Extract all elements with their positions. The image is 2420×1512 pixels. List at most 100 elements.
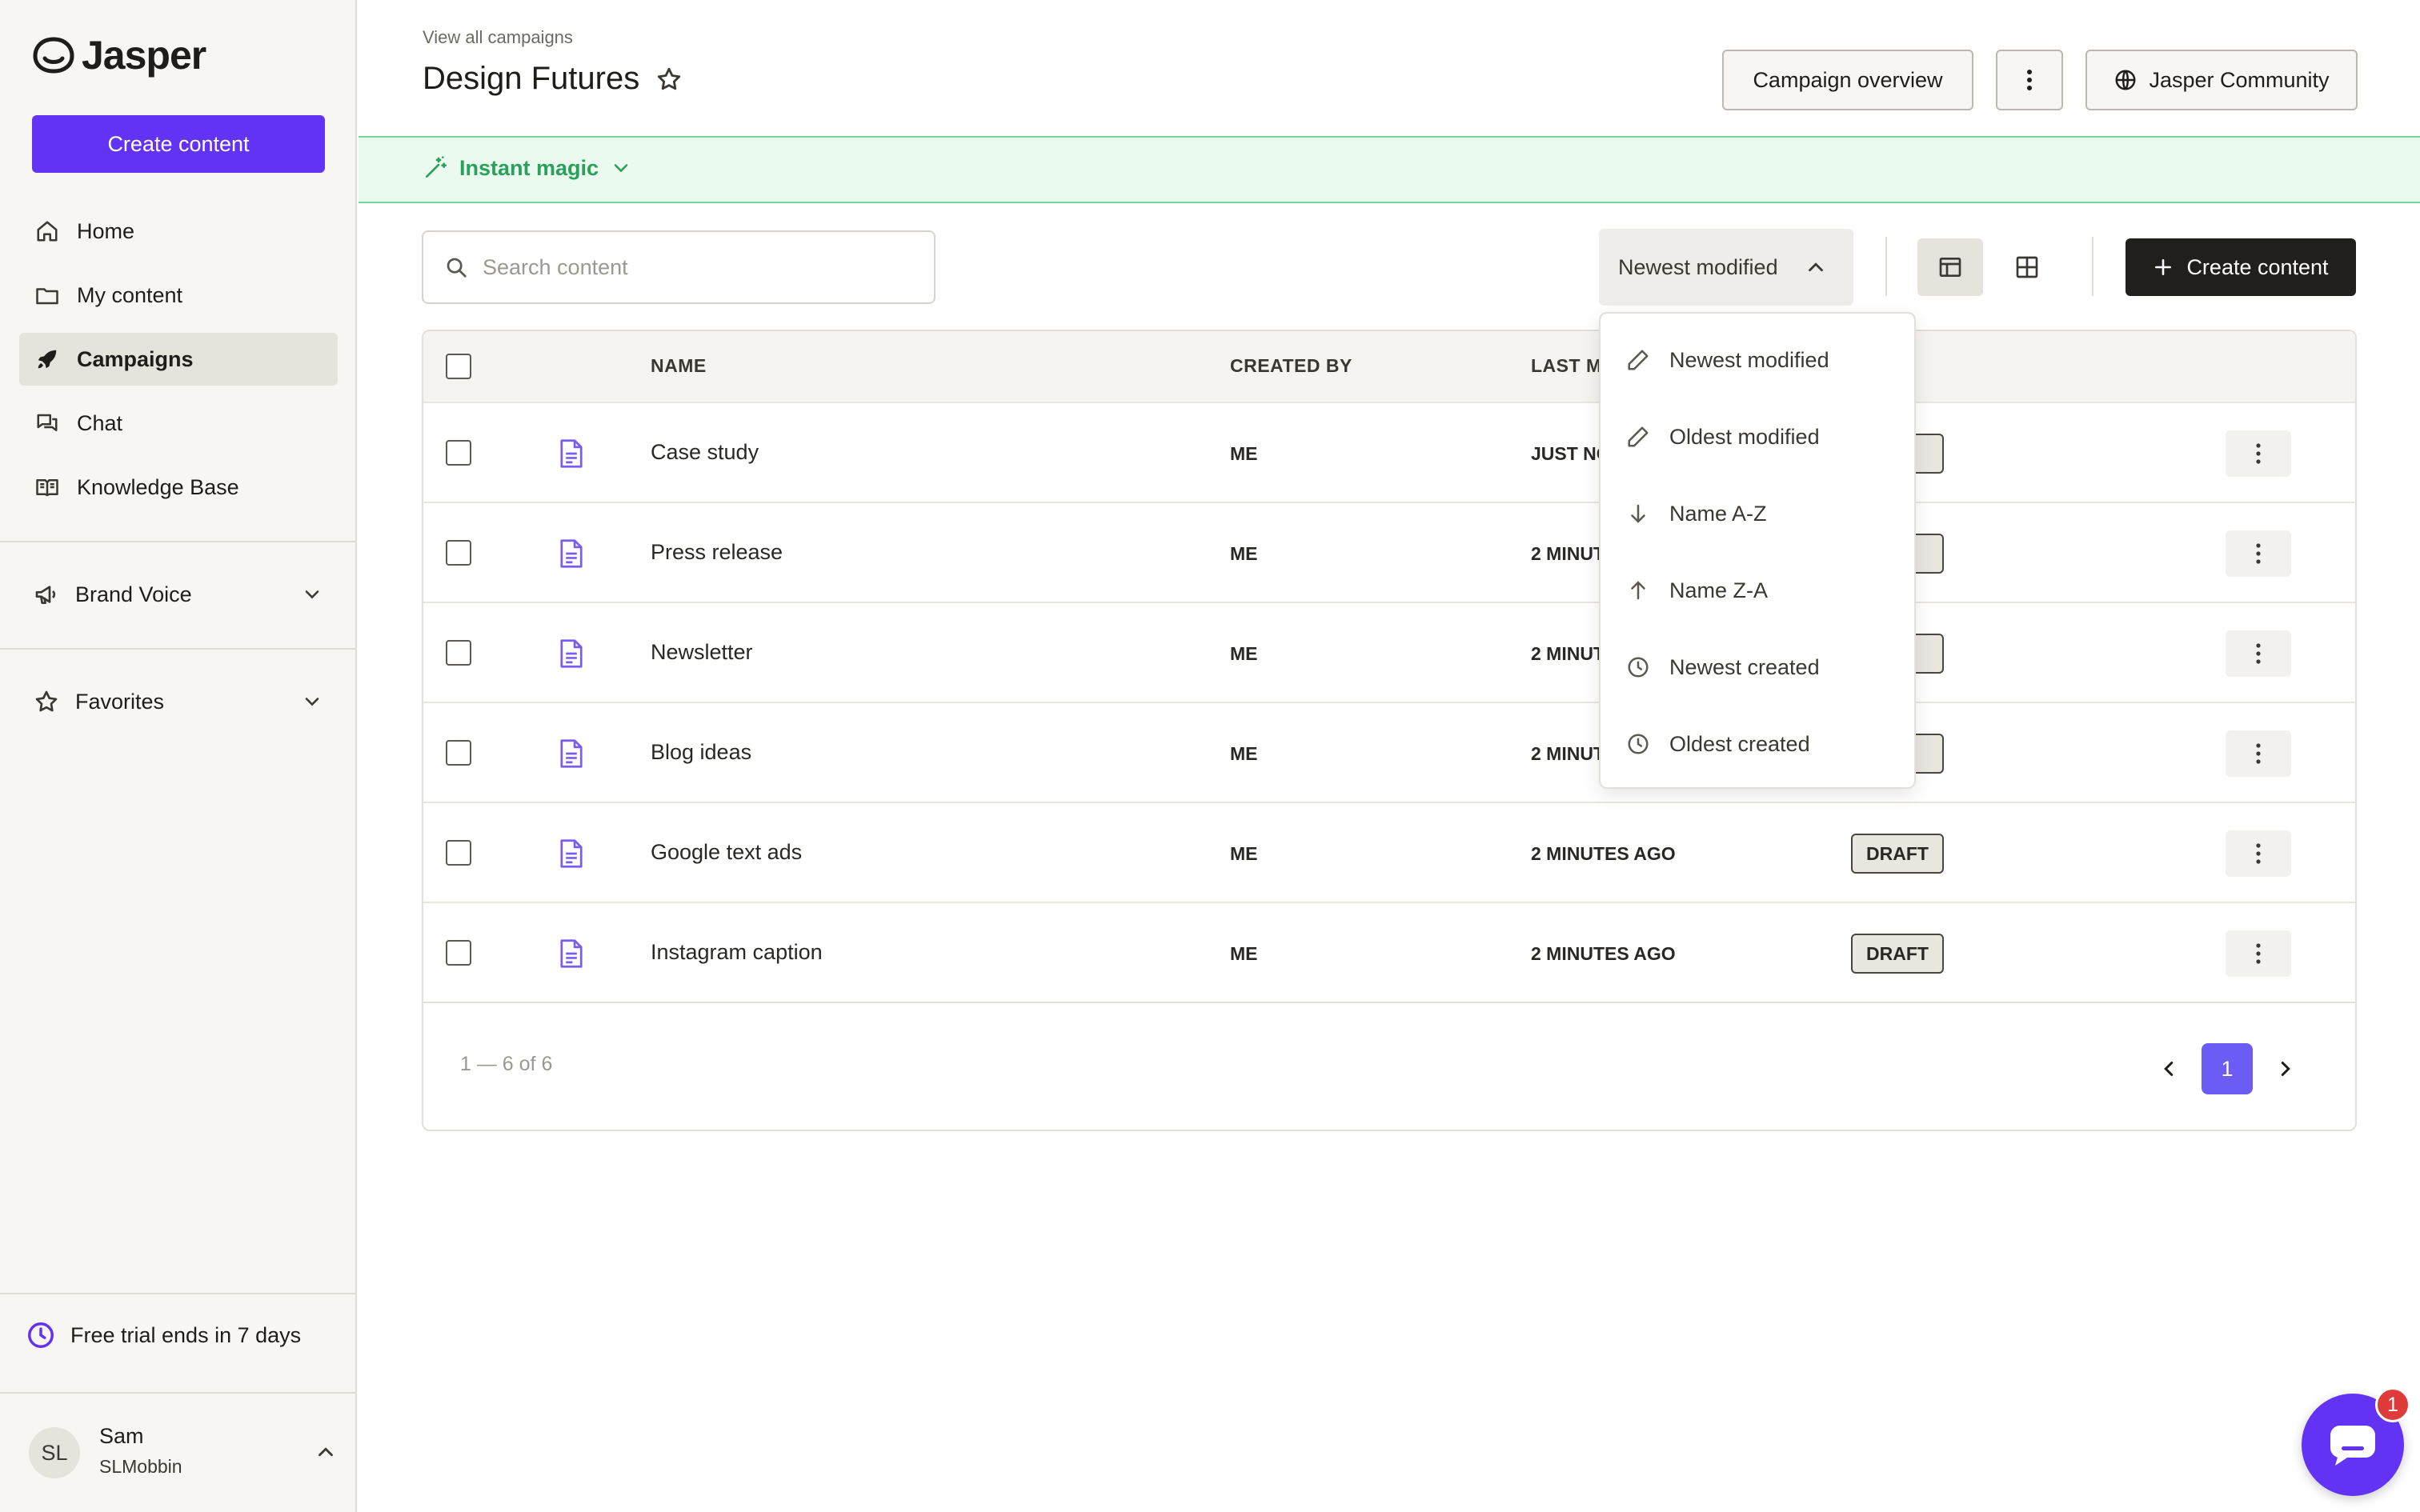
pagination: 1 — [2157, 1043, 2298, 1094]
row-checkbox[interactable] — [446, 840, 471, 866]
sort-option-newest-modified[interactable]: Newest modified — [1601, 322, 1914, 398]
sidebar-group-brand-voice[interactable]: Brand Voice — [19, 570, 338, 618]
row-created-by: ME — [1230, 943, 1258, 964]
column-header-last-modified[interactable]: LAST M — [1531, 355, 1602, 377]
jasper-logo-icon — [33, 37, 74, 74]
create-content-button[interactable]: Create content — [2126, 238, 2356, 296]
free-trial-text: Free trial ends in 7 days — [70, 1322, 302, 1347]
free-trial-notice[interactable]: Free trial ends in 7 days — [26, 1320, 301, 1350]
sort-option-oldest-modified[interactable]: Oldest modified — [1601, 398, 1914, 475]
row-more-button[interactable] — [2226, 530, 2291, 577]
page-title-row: Design Futures — [423, 61, 683, 97]
instant-magic-toggle[interactable]: Instant magic — [423, 155, 632, 181]
table-row[interactable]: Case study ME JUST NO T — [423, 402, 2355, 502]
sidebar-item-my-content[interactable]: My content — [19, 269, 338, 322]
megaphone-icon — [34, 582, 59, 607]
instant-magic-label: Instant magic — [459, 155, 599, 180]
sort-option-label: Name A-Z — [1669, 501, 1767, 526]
chevron-right-icon[interactable] — [2274, 1057, 2298, 1081]
vertical-dots-icon — [2256, 743, 2261, 764]
select-all-checkbox[interactable] — [446, 354, 471, 379]
sort-option-name-a-z[interactable]: Name A-Z — [1601, 475, 1914, 552]
row-name[interactable]: Blog ideas — [651, 740, 751, 765]
row-checkbox[interactable] — [446, 940, 471, 966]
row-checkbox[interactable] — [446, 540, 471, 566]
sidebar-group-label: Favorites — [75, 689, 165, 714]
table-row[interactable]: Google text ads ME 2 MINUTES AGO DRAFT — [423, 802, 2355, 902]
sidebar-item-chat[interactable]: Chat — [19, 397, 338, 450]
row-name[interactable]: Google text ads — [651, 840, 802, 865]
row-more-button[interactable] — [2226, 930, 2291, 977]
breadcrumb[interactable]: View all campaigns — [423, 27, 573, 48]
book-icon — [34, 474, 61, 501]
row-modified: 2 MINUT — [1531, 543, 1605, 564]
home-icon — [34, 218, 61, 245]
sidebar-create-content-button[interactable]: Create content — [32, 115, 325, 173]
user-handle: SLMobbin — [99, 1456, 182, 1477]
campaign-overview-button[interactable]: Campaign overview — [1722, 50, 1973, 110]
sort-option-oldest-created[interactable]: Oldest created — [1601, 706, 1914, 782]
row-more-button[interactable] — [2226, 730, 2291, 777]
clock-icon — [1626, 732, 1650, 756]
sidebar-item-knowledge-base[interactable]: Knowledge Base — [19, 461, 338, 514]
document-icon — [558, 538, 585, 569]
pagination-range: 1 — 6 of 6 — [460, 1053, 553, 1075]
row-checkbox[interactable] — [446, 640, 471, 666]
search-input[interactable] — [483, 254, 931, 280]
chevron-down-icon[interactable] — [301, 583, 323, 606]
globe-icon — [2113, 68, 2138, 92]
chat-bubble-icon — [2327, 1422, 2378, 1467]
user-menu[interactable]: SL Sam SLMobbin — [26, 1424, 338, 1482]
clock-icon — [1626, 655, 1650, 679]
table-row[interactable]: Press release ME 2 MINUT T — [423, 502, 2355, 602]
sidebar-group-favorites[interactable]: Favorites — [19, 678, 338, 726]
sidebar-item-campaigns[interactable]: Campaigns — [19, 333, 338, 386]
row-created-by: ME — [1230, 743, 1258, 764]
chevron-down-icon[interactable] — [301, 690, 323, 713]
sidebar-item-label: Campaigns — [77, 346, 194, 371]
table-row[interactable]: Newsletter ME 2 MINUT T — [423, 602, 2355, 702]
row-more-button[interactable] — [2226, 830, 2291, 877]
row-created-by: ME — [1230, 843, 1258, 864]
table-view-icon — [1937, 254, 1963, 280]
chevron-up-icon[interactable] — [314, 1440, 338, 1464]
vertical-dots-icon — [2256, 443, 2261, 464]
jasper-logo[interactable]: Jasper — [32, 32, 206, 78]
sidebar-divider — [0, 541, 357, 542]
sort-option-newest-created[interactable]: Newest created — [1601, 629, 1914, 706]
row-name[interactable]: Case study — [651, 440, 759, 465]
more-options-button[interactable] — [1996, 50, 2063, 110]
clock-icon — [26, 1320, 56, 1350]
search-box[interactable] — [422, 230, 936, 304]
table-row[interactable]: Instagram caption ME 2 MINUTES AGO DRAFT — [423, 902, 2355, 1002]
row-more-button[interactable] — [2226, 430, 2291, 477]
row-checkbox[interactable] — [446, 740, 471, 766]
row-name[interactable]: Instagram caption — [651, 940, 823, 965]
sidebar-item-home[interactable]: Home — [19, 205, 338, 258]
row-more-button[interactable] — [2226, 630, 2291, 677]
column-header-created-by[interactable]: CREATED BY — [1230, 355, 1352, 377]
sidebar-item-label: Home — [77, 218, 135, 243]
row-checkbox[interactable] — [446, 440, 471, 466]
row-name[interactable]: Press release — [651, 540, 783, 565]
grid-view-button[interactable] — [1994, 238, 2060, 296]
sort-dropdown-button[interactable]: Newest modified — [1599, 229, 1853, 306]
row-name[interactable]: Newsletter — [651, 640, 753, 665]
chat-icon — [34, 410, 61, 437]
avatar: SL — [29, 1427, 80, 1478]
sort-option-name-z-a[interactable]: Name Z-A — [1601, 552, 1914, 629]
jasper-community-button[interactable]: Jasper Community — [2085, 50, 2358, 110]
document-icon — [558, 438, 585, 469]
search-icon — [444, 255, 468, 279]
favorite-star-icon[interactable] — [655, 66, 683, 93]
vertical-dots-icon — [2025, 68, 2033, 92]
table-row[interactable]: Blog ideas ME 2 MINUT T — [423, 702, 2355, 802]
chevron-left-icon[interactable] — [2157, 1057, 2181, 1081]
page-title: Design Futures — [423, 61, 640, 96]
arrow-down-icon — [1626, 502, 1650, 526]
sidebar-divider — [0, 648, 357, 650]
table-view-button[interactable] — [1917, 238, 1983, 296]
app-name: Jasper — [82, 33, 206, 78]
page-button-current[interactable]: 1 — [2202, 1043, 2253, 1094]
column-header-name[interactable]: NAME — [651, 355, 707, 377]
